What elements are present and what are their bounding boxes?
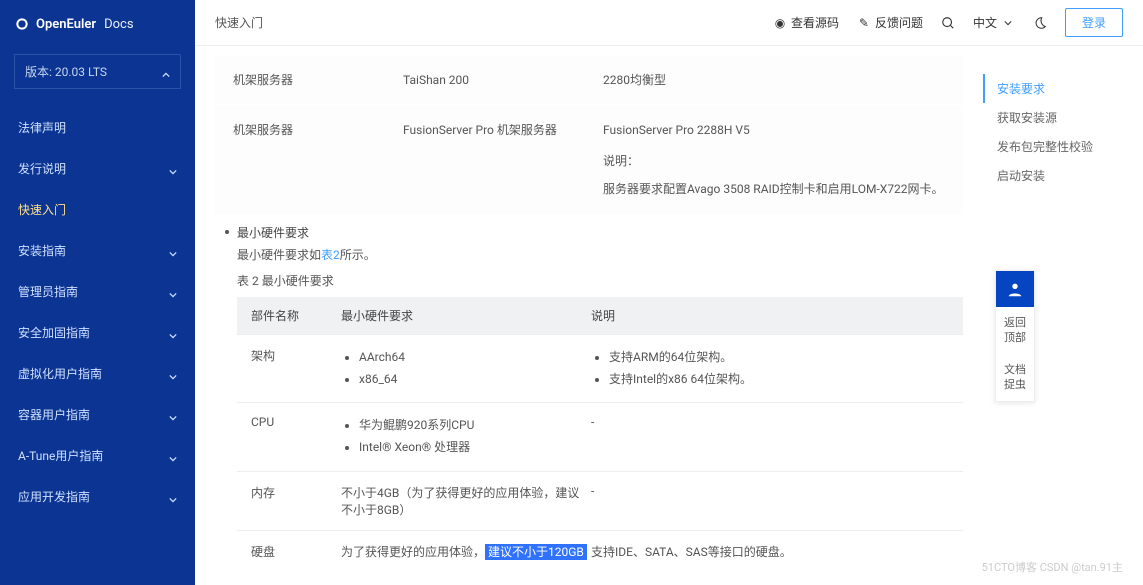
chevron-down-icon (169, 165, 177, 173)
doc-bug-button[interactable]: 文档捉虫 (996, 354, 1034, 401)
table2-link[interactable]: 表2 (321, 248, 340, 262)
brand-suffix: Docs (104, 17, 133, 32)
sidebar-item-8[interactable]: A-Tune用户指南 (0, 435, 195, 476)
breadcrumb: 快速入门 (215, 14, 263, 31)
sidebar-item-6[interactable]: 虚拟化用户指南 (0, 353, 195, 394)
float-widget: 返回顶部 文档捉虫 (995, 270, 1035, 402)
min-hw-bullet: 最小硬件要求 (225, 224, 963, 241)
version-label: 版本: 20.03 LTS (25, 63, 107, 80)
cell: 机架服务器 (233, 70, 403, 90)
sidebar-item-0[interactable]: 法律声明 (0, 107, 195, 148)
sidebar-item-1[interactable]: 发行说明 (0, 148, 195, 189)
chevron-down-icon (1001, 16, 1015, 30)
eye-icon: ◉ (773, 16, 787, 30)
right-nav-item-0[interactable]: 安装要求 (983, 74, 1131, 103)
sidebar-item-label: 快速入门 (18, 201, 66, 218)
table-caption: 表 2 最小硬件要求 (237, 272, 963, 289)
right-nav-item-1[interactable]: 获取安装源 (983, 103, 1131, 132)
spec-table-head: 部件名称 最小硬件要求 说明 (237, 297, 963, 334)
sidebar-item-label: 应用开发指南 (18, 488, 90, 505)
server-row-1: 机架服务器 TaiShan 200 2280均衡型 (215, 56, 963, 104)
sidebar-item-label: 管理员指南 (18, 283, 78, 300)
sidebar-item-9[interactable]: 应用开发指南 (0, 476, 195, 517)
min-hw-intro: 最小硬件要求如表2所示。 (237, 245, 963, 267)
language-selector[interactable]: 中文 (973, 14, 1015, 31)
openeuler-icon (14, 16, 30, 32)
spec-row-arch: 架构 AArch64x86_64 支持ARM的64位架构。支持Intel的x86… (237, 334, 963, 402)
sidebar-item-label: A-Tune用户指南 (18, 447, 103, 464)
cell: TaiShan 200 (403, 70, 603, 90)
sidebar-item-label: 法律声明 (18, 119, 66, 136)
topbar-right: ◉ 查看源码 ✎ 反馈问题 中文 (773, 8, 1123, 37)
cell: 2280均衡型 (603, 70, 945, 90)
spec-row-disk: 硬盘 为了获得更好的应用体验，建议不小于120GB 支持IDE、SATA、SAS… (237, 530, 963, 572)
sidebar-item-label: 安装指南 (18, 242, 66, 259)
topbar: 快速入门 ◉ 查看源码 ✎ 反馈问题 中文 (195, 0, 1143, 46)
search-button[interactable] (941, 16, 955, 30)
login-button[interactable]: 登录 (1065, 8, 1123, 37)
highlighted-text: 建议不小于120GB (485, 544, 587, 560)
chevron-down-icon (169, 411, 177, 419)
cell: FusionServer Pro 2288H V5 说明： 服务器要求配置Ava… (603, 120, 945, 199)
sidebar-item-label: 虚拟化用户指南 (18, 365, 102, 382)
sidebar-item-3[interactable]: 安装指南 (0, 230, 195, 271)
right-nav-item-2[interactable]: 发布包完整性校验 (983, 132, 1131, 161)
back-to-top-button[interactable]: 返回顶部 (996, 307, 1034, 354)
sidebar-item-2[interactable]: 快速入门 (0, 189, 195, 230)
nav-list: 法律声明发行说明快速入门安装指南管理员指南安全加固指南虚拟化用户指南容器用户指南… (0, 107, 195, 517)
edit-icon: ✎ (857, 16, 871, 30)
server-row-2: 机架服务器 FusionServer Pro 机架服务器 FusionServe… (215, 106, 963, 213)
bullet-icon (225, 230, 229, 234)
widget-avatar[interactable] (996, 271, 1034, 307)
right-nav-item-3[interactable]: 启动安装 (983, 161, 1131, 190)
chevron-down-icon (169, 493, 177, 501)
sidebar: OpenEuler Docs 版本: 20.03 LTS 法律声明发行说明快速入… (0, 0, 195, 585)
view-source-link[interactable]: ◉ 查看源码 (773, 14, 839, 31)
sidebar-item-7[interactable]: 容器用户指南 (0, 394, 195, 435)
search-icon (941, 16, 955, 30)
sidebar-item-5[interactable]: 安全加固指南 (0, 312, 195, 353)
caret-up-icon (162, 68, 170, 76)
chevron-down-icon (169, 329, 177, 337)
spec-row-cpu: CPU 华为鲲鹏920系列CPUIntel® Xeon® 处理器 - (237, 402, 963, 470)
sidebar-item-label: 安全加固指南 (18, 324, 90, 341)
theme-toggle[interactable] (1033, 16, 1047, 30)
logo[interactable]: OpenEuler Docs (0, 0, 195, 48)
cell: 机架服务器 (233, 120, 403, 199)
content: 机架服务器 TaiShan 200 2280均衡型 机架服务器 FusionSe… (195, 46, 983, 585)
moon-icon (1033, 16, 1047, 30)
cell: FusionServer Pro 机架服务器 (403, 120, 603, 199)
sidebar-item-label: 容器用户指南 (18, 406, 90, 423)
chevron-down-icon (169, 452, 177, 460)
spec-table: 部件名称 最小硬件要求 说明 架构 AArch64x86_64 支持ARM的64… (237, 297, 963, 571)
chevron-down-icon (169, 247, 177, 255)
sidebar-item-4[interactable]: 管理员指南 (0, 271, 195, 312)
chevron-down-icon (169, 288, 177, 296)
sidebar-item-label: 发行说明 (18, 160, 66, 177)
brand-name: OpenEuler (36, 17, 96, 32)
version-selector[interactable]: 版本: 20.03 LTS (14, 54, 181, 89)
chevron-down-icon (169, 370, 177, 378)
feedback-link[interactable]: ✎ 反馈问题 (857, 14, 923, 31)
spec-row-mem: 内存 不小于4GB（为了获得更好的应用体验，建议不小于8GB） - (237, 471, 963, 530)
